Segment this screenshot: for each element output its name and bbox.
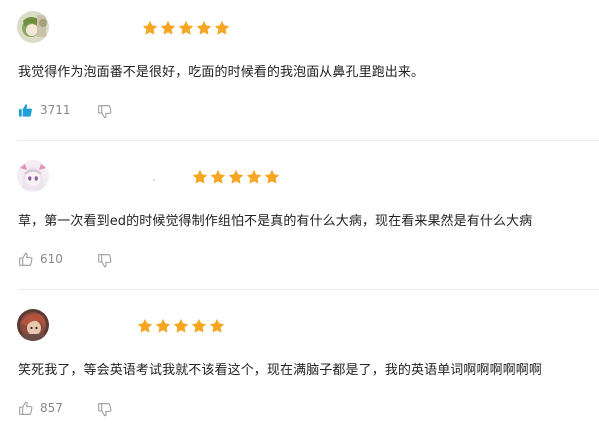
star-icon <box>228 169 244 184</box>
star-icon <box>246 169 262 184</box>
comment-list: 我觉得作为泡面番不是很好，吃面的时候看的我泡面从鼻孔里跑出来。 3711 草，第… <box>0 0 599 432</box>
star-icon <box>209 318 225 333</box>
star-icon <box>191 318 207 333</box>
dislike-button[interactable] <box>97 253 112 268</box>
comment-text: 草，第一次看到ed的时候觉得制作组怕不是真的有什么大病，现在看来果然是有什么大病 <box>18 214 533 229</box>
username-placeholder-dot <box>153 179 155 181</box>
star-icon <box>264 169 280 184</box>
like-count: 610 <box>40 252 63 266</box>
star-icon <box>173 318 189 333</box>
like-count: 857 <box>40 401 63 415</box>
star-icon <box>155 318 171 333</box>
divider <box>18 140 599 141</box>
thumbs-up-icon <box>18 104 32 117</box>
like-count: 3711 <box>40 103 71 117</box>
comment-text: 笑死我了，等会英语考试我就不该看这个，现在满脑子都是了，我的英语单词啊啊啊啊啊啊 <box>18 363 543 378</box>
user-avatar[interactable] <box>17 11 49 43</box>
thumbs-up-icon <box>19 252 33 266</box>
comment-item: 草，第一次看到ed的时候觉得制作组怕不是真的有什么大病，现在看来果然是有什么大病… <box>0 148 599 296</box>
thumbs-down-icon <box>98 105 112 119</box>
like-button[interactable]: 3711 <box>18 103 71 118</box>
thumbs-down-icon <box>98 403 112 417</box>
like-button[interactable]: 610 <box>18 252 63 267</box>
comment-item: 笑死我了，等会英语考试我就不该看这个，现在满脑子都是了，我的英语单词啊啊啊啊啊啊… <box>0 297 599 432</box>
star-icon <box>192 169 208 184</box>
star-icon <box>160 20 176 35</box>
avatar-green-hair-icon <box>17 11 49 43</box>
star-icon <box>142 20 158 35</box>
rating-stars <box>192 169 280 185</box>
star-icon <box>137 318 153 333</box>
star-icon <box>196 20 212 35</box>
comment-item: 我觉得作为泡面番不是很好，吃面的时候看的我泡面从鼻孔里跑出来。 3711 <box>0 0 599 148</box>
user-avatar[interactable] <box>17 309 49 341</box>
thumbs-down-icon <box>98 254 112 268</box>
like-button[interactable]: 857 <box>18 401 63 416</box>
star-icon <box>178 20 194 35</box>
divider <box>18 289 599 290</box>
user-avatar[interactable] <box>17 160 49 192</box>
star-icon <box>214 20 230 35</box>
avatar-red-hair-icon <box>17 309 49 341</box>
star-icon <box>210 169 226 184</box>
dislike-button[interactable] <box>97 402 112 417</box>
comment-text: 我觉得作为泡面番不是很好，吃面的时候看的我泡面从鼻孔里跑出来。 <box>18 65 425 80</box>
rating-stars <box>137 318 225 334</box>
avatar-anime-girl-white-icon <box>17 160 49 192</box>
thumbs-up-icon <box>19 401 33 415</box>
rating-stars <box>142 20 230 36</box>
dislike-button[interactable] <box>97 104 112 119</box>
